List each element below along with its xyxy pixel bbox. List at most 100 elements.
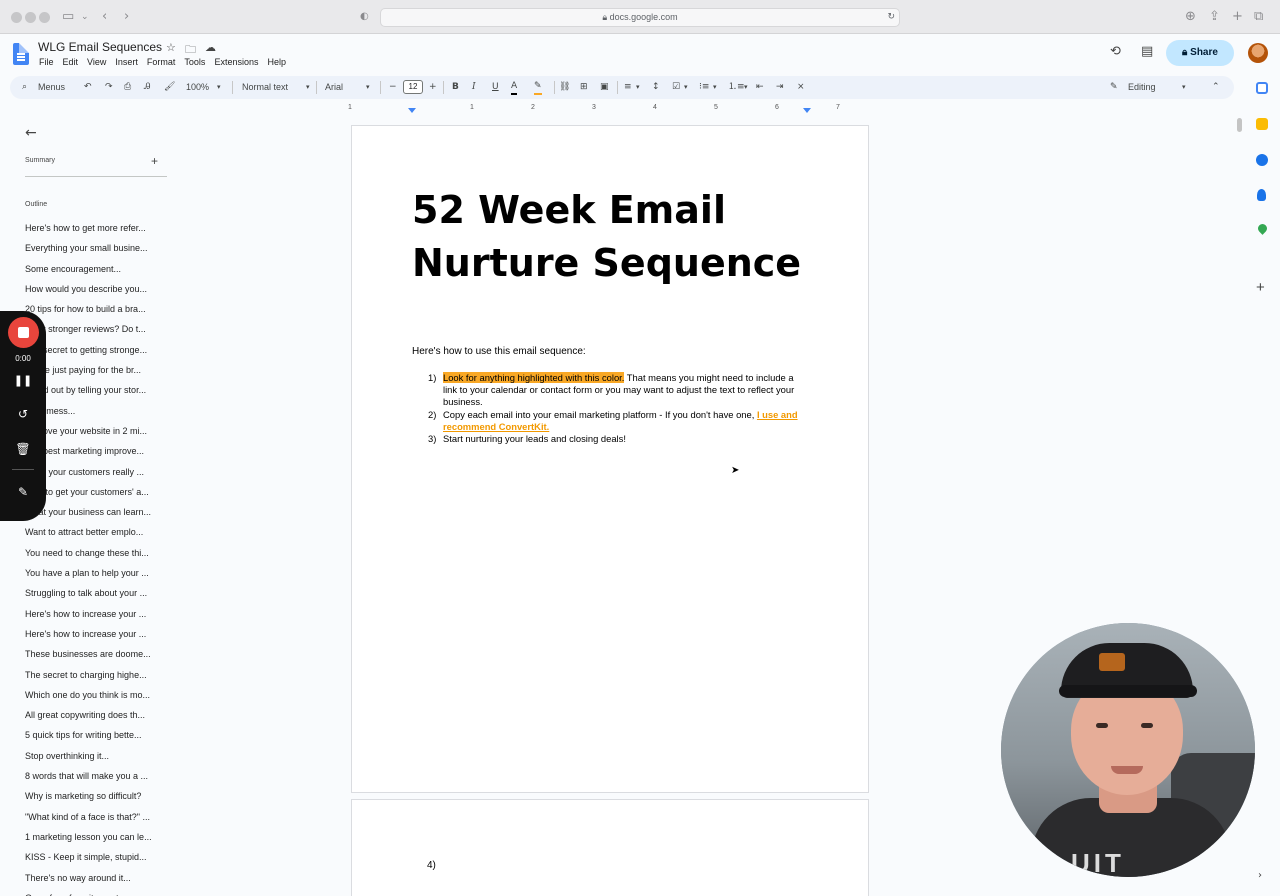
outline-item[interactable]: The secret to getting stronge... xyxy=(25,344,165,364)
italic-icon[interactable]: I xyxy=(472,76,476,99)
chevron-down-icon[interactable]: ▾ xyxy=(366,76,370,99)
chevron-down-icon[interactable]: ▾ xyxy=(1182,76,1186,99)
paint-format-icon[interactable]: 🖌︎ xyxy=(164,76,175,99)
downloads-icon[interactable]: ⊕ xyxy=(1185,9,1196,25)
share-page-icon[interactable]: ⇪ xyxy=(1209,9,1220,25)
stop-recording-button[interactable] xyxy=(8,317,39,348)
avatar[interactable] xyxy=(1248,43,1268,63)
outline-item[interactable]: Everything your small busine... xyxy=(25,242,165,262)
outline-item[interactable]: Here's how to increase your ... xyxy=(25,608,165,628)
maps-icon[interactable] xyxy=(1256,222,1269,235)
menu-extensions[interactable]: Extensions xyxy=(214,57,258,67)
calendar-icon[interactable] xyxy=(1256,82,1268,94)
outline-item[interactable]: What your customers really ... xyxy=(25,466,165,486)
zoom-select[interactable]: 100% xyxy=(186,76,209,99)
outline-item[interactable]: Want to attract better emplo... xyxy=(25,526,165,546)
version-history-icon[interactable]: ⟲ xyxy=(1110,44,1121,59)
insert-image-icon[interactable]: ▣ xyxy=(600,76,609,99)
undo-icon[interactable]: ↶ xyxy=(84,76,92,99)
print-icon[interactable]: ⎙ xyxy=(124,76,131,99)
chevron-down-icon[interactable]: ▾ xyxy=(684,76,688,99)
outline-item[interactable]: "What kind of a face is that?" ... xyxy=(25,811,165,831)
trash-icon[interactable]: 🗑︎ xyxy=(0,442,46,456)
search-icon[interactable]: ⌕ xyxy=(22,76,27,99)
outline-item[interactable]: 20 tips for how to build a bra... xyxy=(25,303,165,323)
outline-item[interactable]: Improve your website in 2 mi... xyxy=(25,425,165,445)
outline-item[interactable]: Struggling to talk about your ... xyxy=(25,587,165,607)
highlight-color-icon[interactable]: ✎ xyxy=(534,78,542,95)
outline-item[interactable]: The best marketing improve... xyxy=(25,445,165,465)
menu-format[interactable]: Format xyxy=(147,57,176,67)
font-select[interactable]: Arial xyxy=(325,76,343,99)
get-add-ons-icon[interactable]: + xyxy=(1256,279,1265,296)
cloud-saved-icon[interactable]: ☁︎ xyxy=(205,41,216,54)
outline-item[interactable]: There's no way around it... xyxy=(25,872,165,892)
outline-item[interactable]: Here's how to increase your ... xyxy=(25,628,165,648)
line-spacing-icon[interactable]: ↕ xyxy=(652,76,660,99)
spellcheck-icon[interactable]: Ꭿ xyxy=(144,76,151,99)
checklist-icon[interactable]: ☑ xyxy=(672,76,680,99)
menu-tools[interactable]: Tools xyxy=(184,57,205,67)
privacy-shield-icon[interactable]: ◐ xyxy=(360,9,369,25)
collapse-toolbar-icon[interactable]: ⌃ xyxy=(1212,76,1220,99)
menu-view[interactable]: View xyxy=(87,57,106,67)
minimize-window-button[interactable] xyxy=(25,12,36,23)
close-window-button[interactable] xyxy=(11,12,22,23)
chevron-down-icon[interactable]: ▾ xyxy=(744,76,748,99)
address-bar[interactable]: 🔒︎ docs.google.com ↻ xyxy=(380,8,900,27)
align-left-icon[interactable]: ≡ xyxy=(624,76,632,99)
redo-icon[interactable]: ↷ xyxy=(105,76,113,99)
underline-icon[interactable]: U xyxy=(492,76,499,99)
back-icon[interactable]: ‹ xyxy=(102,9,107,25)
clear-formatting-icon[interactable]: ⨯ xyxy=(797,76,805,99)
add-comment-icon[interactable]: ⊞ xyxy=(580,76,588,99)
restart-icon[interactable]: ↺ xyxy=(0,407,46,421)
chevron-down-icon[interactable]: ▾ xyxy=(217,76,221,99)
keep-icon[interactable] xyxy=(1256,118,1268,130)
outline-item[interactable]: Which one do you think is mo... xyxy=(25,689,165,709)
chevron-down-icon[interactable]: ▾ xyxy=(713,76,717,99)
numbered-list-icon[interactable]: ⒈≡ xyxy=(728,76,745,99)
new-tab-icon[interactable]: + xyxy=(1232,9,1243,25)
outline-item[interactable]: Some encouragement... xyxy=(25,263,165,283)
menu-edit[interactable]: Edit xyxy=(63,57,79,67)
decrease-font-size-icon[interactable]: − xyxy=(389,76,397,99)
outline-item[interactable]: What your business can learn... xyxy=(25,506,165,526)
outline-item[interactable]: You need to change these thi... xyxy=(25,547,165,567)
tab-overview-icon[interactable]: ⧉ xyxy=(1254,9,1263,25)
outline-item[interactable]: It's a mess... xyxy=(25,405,165,425)
forward-icon[interactable]: › xyxy=(124,9,129,25)
docs-logo-icon[interactable] xyxy=(13,43,29,65)
left-indent-marker[interactable] xyxy=(408,108,416,113)
outline-item[interactable]: One of my favorite quotes... xyxy=(25,892,165,896)
share-button[interactable]: 🔒︎ Share xyxy=(1166,40,1234,66)
outline-item[interactable]: You're just paying for the br... xyxy=(25,364,165,384)
document-title[interactable]: WLG Email Sequences xyxy=(38,40,162,54)
outline-item[interactable]: Why is marketing so difficult? xyxy=(25,790,165,810)
contacts-icon[interactable] xyxy=(1257,189,1266,201)
insert-link-icon[interactable]: ⛓︎ xyxy=(559,76,570,99)
outline-item[interactable]: Stand out by telling your stor... xyxy=(25,384,165,404)
menu-insert[interactable]: Insert xyxy=(115,57,138,67)
document-page[interactable]: 4) xyxy=(351,799,869,896)
back-arrow-icon[interactable]: ← xyxy=(25,125,37,141)
menu-file[interactable]: File xyxy=(39,57,54,67)
outline-item[interactable]: How would you describe you... xyxy=(25,283,165,303)
tasks-icon[interactable] xyxy=(1256,154,1268,166)
ruler[interactable]: 1 1 2 3 4 5 6 7 xyxy=(348,104,870,114)
outline-item[interactable]: All great copywriting does th... xyxy=(25,709,165,729)
draw-pen-icon[interactable]: ✎ xyxy=(0,485,46,499)
document-page[interactable]: 52 Week Email Nurture Sequence Here's ho… xyxy=(351,125,869,793)
outline-item[interactable]: 1 marketing lesson you can le... xyxy=(25,831,165,851)
chevron-down-icon[interactable]: ▾ xyxy=(306,76,310,99)
outline-item[interactable]: Here's how to get more refer... xyxy=(25,222,165,242)
star-icon[interactable]: ☆ xyxy=(166,41,176,54)
pause-icon[interactable]: ❚❚ xyxy=(0,374,46,387)
show-side-panel-icon[interactable]: › xyxy=(1258,870,1262,881)
outline-item[interactable]: Stop overthinking it... xyxy=(25,750,165,770)
text-color-icon[interactable]: A xyxy=(511,78,518,95)
bulleted-list-icon[interactable]: ⁝≡ xyxy=(699,76,709,99)
outline-item[interactable]: KISS - Keep it simple, stupid... xyxy=(25,851,165,871)
outline-item[interactable]: How to get your customers' a... xyxy=(25,486,165,506)
comments-icon[interactable]: ▤ xyxy=(1141,44,1153,59)
